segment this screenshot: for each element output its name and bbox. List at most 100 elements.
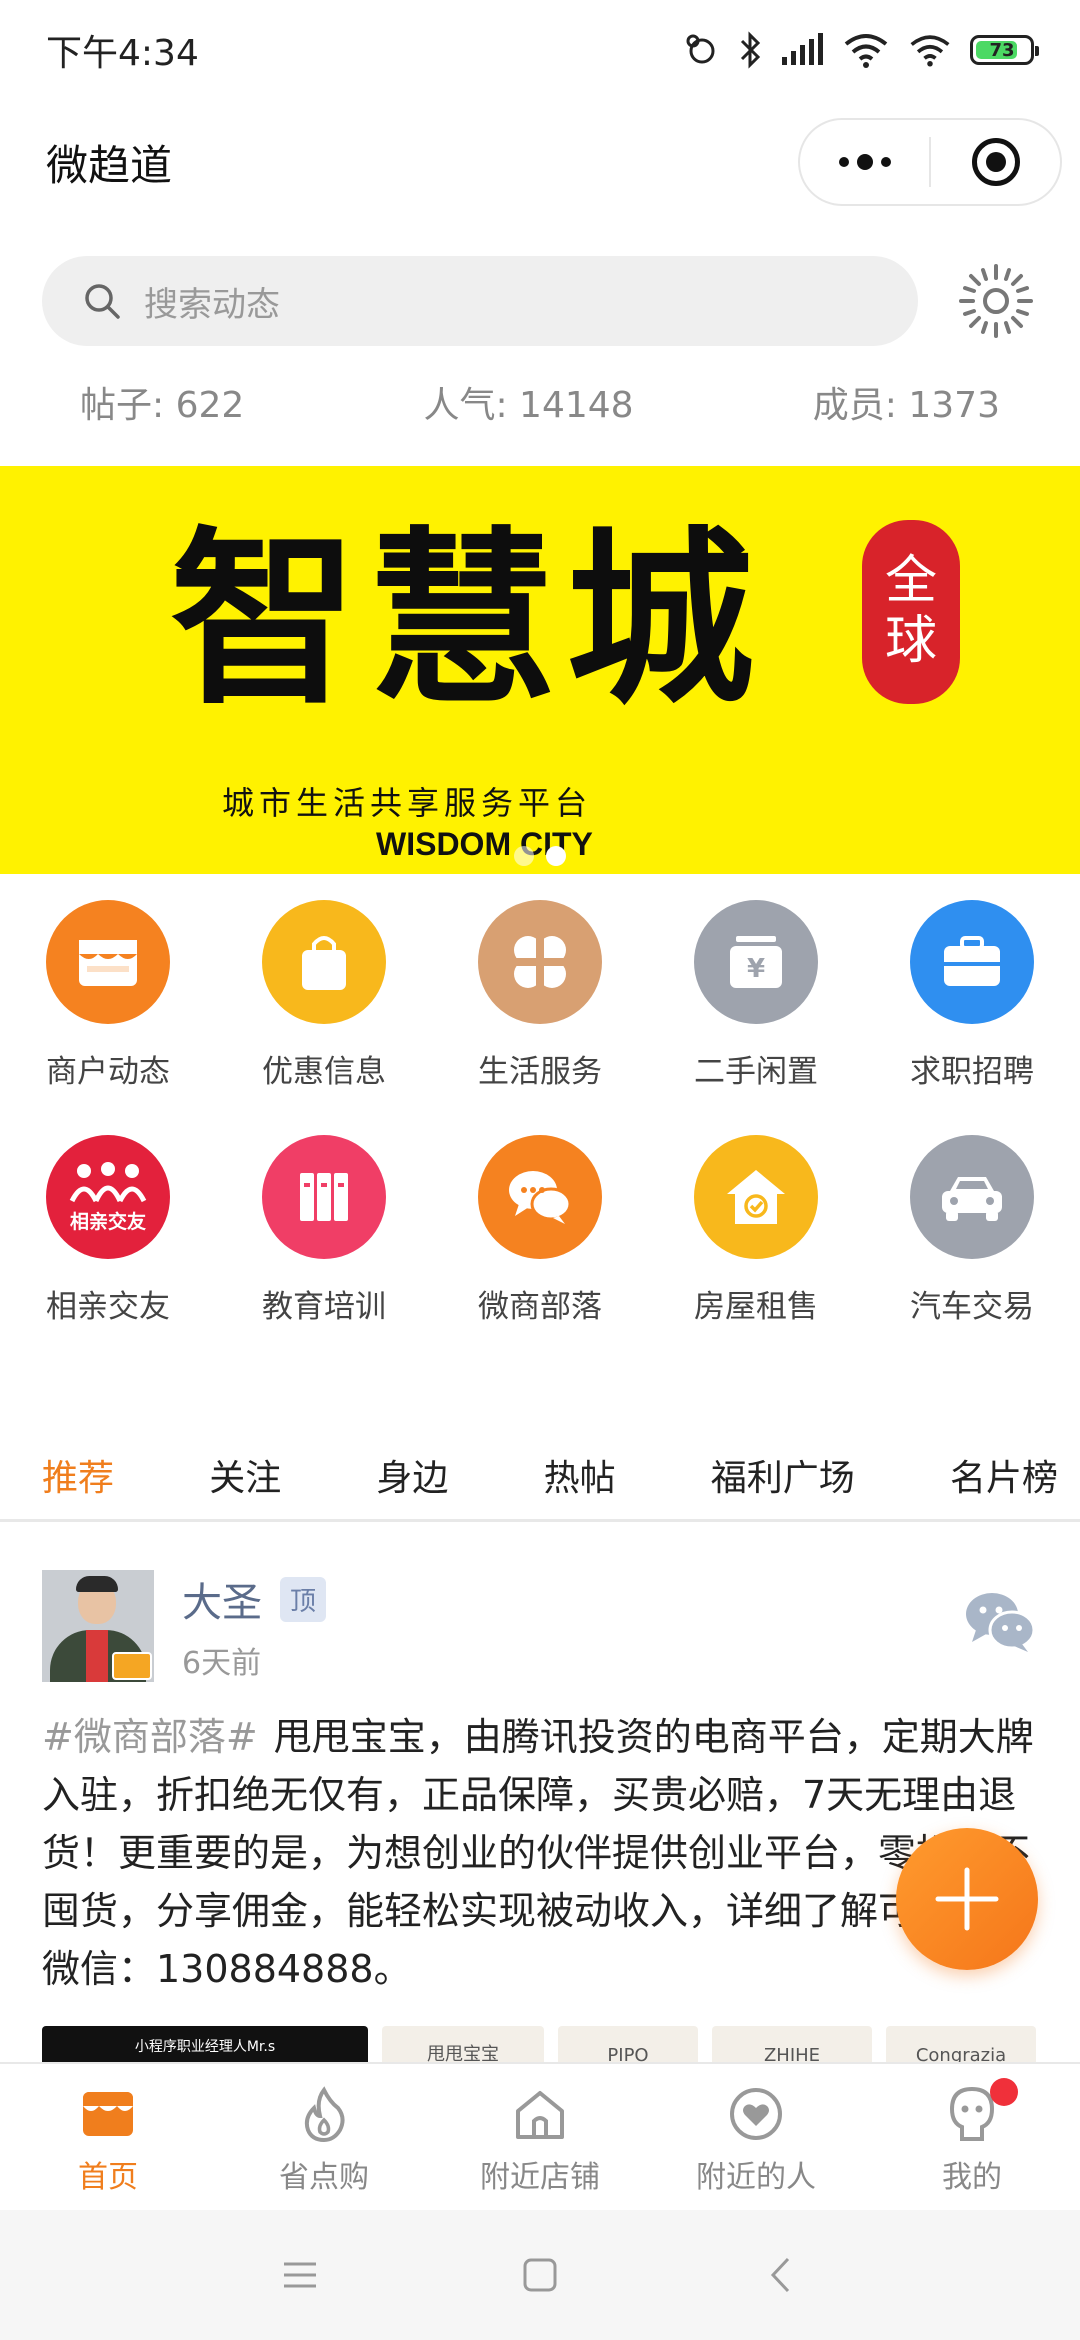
signal-icon [782,33,823,65]
qr-code-button[interactable] [956,261,1036,341]
banner-title: 智慧城 [170,509,764,730]
post-image[interactable]: Congrazia [886,2026,1036,2066]
category-second-hand[interactable]: ¥ 二手闲置 [648,900,864,1091]
svg-text:¥: ¥ [747,954,765,984]
search-icon [85,284,120,319]
more-dots-icon [838,154,891,170]
category-education[interactable]: 教育培训 [216,1135,432,1326]
clover-icon [478,900,602,1024]
global-seal: 全 球 [862,520,960,704]
header: 微趋道 [0,112,1080,212]
mini-program-capsule [798,118,1062,206]
category-label: 相亲交友 [46,1289,170,1325]
category-merchant-news[interactable]: 商户动态 [0,900,216,1091]
nav-profile[interactable]: 我的 [864,2064,1080,2210]
status-icons: 73 [684,31,1039,69]
page-title: 微趋道 [46,140,173,190]
flame-icon [294,2084,354,2144]
post-images: 小程序职业经理人Mr.s 甩甩宝宝 PIPO ZHIHE Congrazia [42,2026,1042,2066]
system-navigation-bar [0,2210,1080,2340]
wechat-icon[interactable] [962,1588,1038,1654]
members-count: 成员: 1373 [812,385,1000,426]
post-time: 6天前 [182,1646,262,1681]
category-dating[interactable]: 相亲交友 相亲交友 [0,1135,216,1326]
post-content: #微商部落# 甩甩宝宝，由腾讯投资的电商平台，定期大牌入驻，折扣绝无仅有，正品保障… [42,1708,1042,1998]
category-discounts[interactable]: 优惠信息 [216,900,432,1091]
house-icon [510,2084,570,2144]
storefront-icon [46,900,170,1024]
banner-subtitle: 城市生活共享服务平台 [222,784,593,822]
search-placeholder: 搜索动态 [144,284,280,325]
books-icon [262,1135,386,1259]
popularity-count: 人气: 14148 [423,385,634,426]
banner-carousel[interactable]: 智慧城 全 球 城市生活共享服务平台 WISDOM CITY [0,466,1080,874]
post-image[interactable]: PIPO [558,2026,698,2066]
shopping-bag-icon [262,900,386,1024]
category-label: 生活服务 [478,1054,602,1090]
battery-icon: 73 [970,35,1039,65]
alarm-icon [686,34,715,64]
bluetooth-icon [740,31,761,69]
back-button[interactable] [750,2245,810,2305]
category-label: 优惠信息 [262,1054,386,1090]
tab-hot-posts[interactable]: 热帖 [544,1449,616,1501]
category-life-services[interactable]: 生活服务 [432,900,648,1091]
feed-tabs: 推荐 关注 身边 热帖 福利广场 名片榜 [0,1430,1080,1522]
category-housing[interactable]: 房屋租售 [648,1135,864,1326]
category-wechat-business[interactable]: 微商部落 [432,1135,648,1326]
category-cars[interactable]: 汽车交易 [864,1135,1080,1326]
tab-recommended[interactable]: 推荐 [42,1449,114,1501]
post-header: 大圣 顶 6天前 [42,1570,1038,1682]
nav-label: 附近的人 [696,2160,816,2195]
recent-apps-button[interactable] [270,2245,330,2305]
post-image[interactable]: ZHIHE [712,2026,872,2066]
category-grid: 商户动态 优惠信息 生活服务 ¥ 二手闲置 求职招聘 相亲交友 相亲交友 教育培… [0,900,1080,1326]
menu-icon [284,2262,316,2288]
home-button[interactable] [510,2245,570,2305]
post-topic-tag[interactable]: #微商部落# [42,1715,258,1759]
tab-business-card-ranking[interactable]: 名片榜 [950,1449,1058,1501]
chat-bubbles-icon [478,1135,602,1259]
seal-char-2: 球 [884,611,937,671]
close-program-button[interactable] [931,120,1060,204]
nav-nearby-people[interactable]: 附近的人 [648,2064,864,2210]
back-chevron-icon [770,2257,790,2293]
carousel-dot[interactable] [514,846,534,866]
briefcase-icon [910,900,1034,1024]
category-jobs[interactable]: 求职招聘 [864,900,1080,1091]
post-image[interactable]: 甩甩宝宝 [382,2026,544,2066]
tab-following[interactable]: 关注 [209,1449,281,1501]
dating-icon: 相亲交友 [46,1135,170,1259]
nav-nearby-shops[interactable]: 附近店铺 [432,2064,648,2210]
more-button[interactable] [800,120,929,204]
yen-box-icon: ¥ [694,900,818,1024]
store-home-icon [78,2084,138,2144]
nav-label: 首页 [78,2160,138,2195]
category-label: 求职招聘 [910,1054,1034,1090]
dating-icon-text: 相亲交友 [69,1210,146,1233]
carousel-dot-active[interactable] [546,846,566,866]
posts-count: 帖子: 622 [80,385,245,426]
nav-label: 附近店铺 [480,2160,600,2195]
tab-nearby[interactable]: 身边 [376,1449,448,1501]
battery-level: 73 [989,39,1015,61]
feed-post[interactable]: 大圣 顶 6天前 #微商部落# 甩甩宝宝，由腾讯投资的电商平台，定期大牌入驻，折扣… [0,1522,1080,2062]
tab-welfare-plaza[interactable]: 福利广场 [711,1449,855,1501]
search-row: 搜索动态 [0,256,1080,346]
status-time: 下午4:34 [46,33,199,74]
plus-icon [935,1867,999,1931]
category-label: 汽车交易 [910,1289,1034,1325]
category-label: 微商部落 [478,1289,602,1325]
author-name[interactable]: 大圣 [182,1570,262,1628]
verified-card-icon [112,1652,152,1680]
nav-label: 我的 [942,2160,1002,2195]
target-icon [971,138,1020,186]
square-icon [523,2258,557,2292]
nav-home[interactable]: 首页 [0,2064,216,2210]
heart-circle-icon [726,2084,786,2144]
create-post-button[interactable] [896,1828,1038,1970]
nav-save-shopping[interactable]: 省点购 [216,2064,432,2210]
search-input[interactable]: 搜索动态 [42,256,918,346]
avatar[interactable] [42,1570,154,1682]
post-image[interactable]: 小程序职业经理人Mr.s [42,2026,368,2066]
